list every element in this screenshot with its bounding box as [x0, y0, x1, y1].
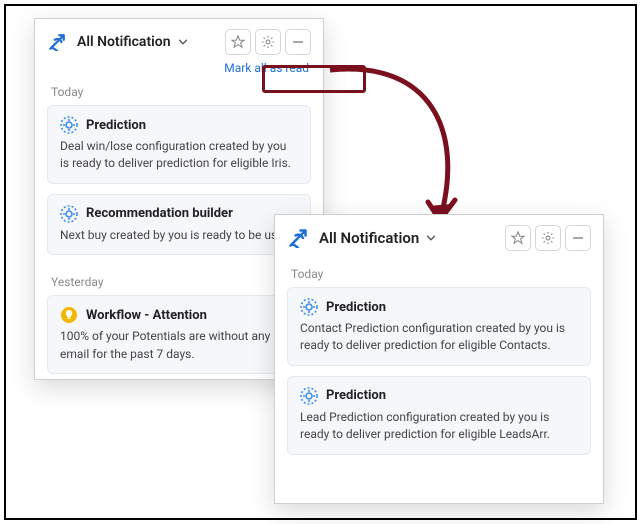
minimize-button[interactable]	[285, 29, 311, 55]
prediction-gear-icon	[300, 298, 318, 316]
notification-card[interactable]: Prediction Contact Prediction configurat…	[287, 287, 591, 366]
panel-header: All Notification	[275, 215, 603, 257]
favorites-button[interactable]	[225, 29, 251, 55]
bulb-icon	[60, 306, 78, 324]
chevron-down-icon	[177, 33, 189, 52]
minimize-button[interactable]	[565, 225, 591, 251]
prediction-gear-icon	[60, 116, 78, 134]
card-body: Deal win/lose configuration created by y…	[60, 138, 298, 173]
notification-panel-after: All Notification Today Prediction Contac…	[274, 214, 604, 504]
chevron-down-icon	[425, 229, 437, 248]
gear-icon	[261, 35, 275, 49]
prediction-gear-icon	[60, 205, 78, 223]
card-title: Workflow - Attention	[86, 308, 207, 323]
minus-icon	[291, 35, 305, 49]
settings-button[interactable]	[535, 225, 561, 251]
notification-card[interactable]: Prediction Deal win/lose configuration c…	[47, 105, 311, 184]
gear-icon	[541, 231, 555, 245]
card-body: Lead Prediction configuration created by…	[300, 409, 578, 444]
favorites-button[interactable]	[505, 225, 531, 251]
card-title: Prediction	[326, 300, 386, 315]
notification-card[interactable]: Prediction Lead Prediction configuration…	[287, 376, 591, 455]
prediction-gear-icon	[300, 387, 318, 405]
zia-logo	[47, 33, 67, 51]
notification-card[interactable]: Workflow - Attention 100% of your Potent…	[47, 295, 311, 374]
zia-logo	[287, 228, 309, 248]
card-title: Prediction	[326, 388, 386, 403]
card-body: 100% of your Potentials are without any …	[60, 328, 298, 363]
card-title: Recommendation builder	[86, 206, 233, 221]
star-icon	[231, 35, 245, 49]
card-body: Contact Prediction configuration created…	[300, 320, 578, 355]
notification-filter-dropdown[interactable]: All Notification	[319, 229, 419, 247]
card-body: Next buy created by you is ready to be u…	[60, 227, 298, 244]
section-label-today: Today	[35, 75, 323, 105]
notification-filter-dropdown[interactable]: All Notification	[77, 34, 171, 50]
mark-all-as-read-link[interactable]: Mark all as read	[224, 61, 309, 75]
settings-button[interactable]	[255, 29, 281, 55]
section-label-today: Today	[275, 257, 603, 287]
notification-card[interactable]: Recommendation builder Next buy created …	[47, 194, 311, 255]
card-title: Prediction	[86, 118, 146, 133]
panel-header: All Notification	[35, 19, 323, 61]
star-icon	[511, 231, 525, 245]
minus-icon	[571, 231, 585, 245]
